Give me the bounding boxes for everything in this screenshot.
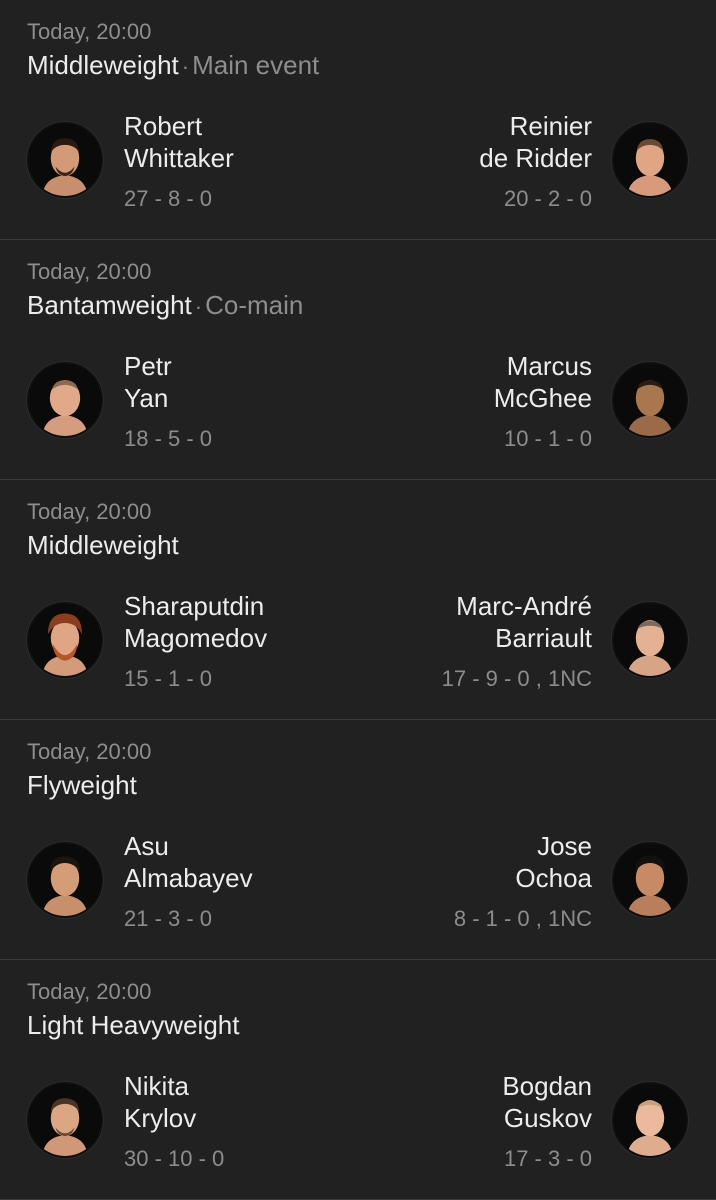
fighter-portrait bbox=[29, 604, 101, 676]
first-name: Nikita bbox=[124, 1071, 190, 1101]
fighter-name-blue[interactable]: Marc-André Barriault bbox=[456, 590, 592, 654]
last-name: Whittaker bbox=[124, 143, 234, 173]
fighter-name-blue[interactable]: Reinier de Ridder bbox=[479, 110, 592, 174]
fight-time: Today, 20:00 bbox=[27, 499, 152, 524]
last-name: Barriault bbox=[495, 623, 592, 653]
fight-card[interactable]: Today, 20:00 Light Heavyweight Nikita Kr… bbox=[0, 960, 716, 1200]
first-name: Jose bbox=[537, 831, 592, 861]
first-name: Marcus bbox=[506, 351, 592, 381]
fight-header: Middleweight · Main event bbox=[27, 50, 319, 81]
fighter-name-blue[interactable]: Bogdan Guskov bbox=[502, 1070, 592, 1134]
fight-header: Flyweight bbox=[27, 770, 137, 801]
fighter-avatar-red[interactable] bbox=[27, 842, 103, 918]
fighter-record-blue: 8 - 1 - 0 , 1NC bbox=[453, 906, 592, 931]
fighter-portrait bbox=[29, 364, 101, 436]
fighter-portrait bbox=[29, 124, 101, 196]
fighter-avatar-blue[interactable] bbox=[612, 362, 688, 438]
weight-class: Flyweight bbox=[27, 770, 137, 800]
fight-time: Today, 20:00 bbox=[27, 19, 152, 44]
last-name: de Ridder bbox=[479, 143, 592, 173]
first-name: Sharaputdin bbox=[124, 591, 265, 621]
fighter-avatar-blue[interactable] bbox=[612, 602, 688, 678]
fighter-portrait bbox=[29, 1084, 101, 1156]
first-name: Marc-André bbox=[456, 591, 592, 621]
fighter-record-blue: 10 - 1 - 0 bbox=[503, 426, 592, 451]
last-name: Ochoa bbox=[515, 863, 592, 893]
first-name: Reinier bbox=[509, 111, 592, 141]
fight-card[interactable]: Today, 20:00 Middleweight · Main event Rob… bbox=[0, 0, 716, 240]
first-name: Bogdan bbox=[502, 1071, 592, 1101]
fighter-avatar-blue[interactable] bbox=[612, 842, 688, 918]
last-name: Magomedov bbox=[124, 623, 268, 653]
first-name: Robert bbox=[124, 111, 203, 141]
fighter-name-red[interactable]: Nikita Krylov bbox=[124, 1070, 196, 1134]
fighter-portrait bbox=[614, 1084, 686, 1156]
first-name: Asu bbox=[124, 831, 169, 861]
fight-time: Today, 20:00 bbox=[27, 259, 152, 284]
fighter-avatar-red[interactable] bbox=[27, 362, 103, 438]
fighter-portrait bbox=[614, 604, 686, 676]
fighter-name-blue[interactable]: Jose Ochoa bbox=[515, 830, 592, 894]
fight-time: Today, 20:00 bbox=[27, 979, 152, 1004]
weight-class: Bantamweight bbox=[27, 290, 192, 320]
fight-header: Bantamweight · Co-main bbox=[27, 290, 303, 321]
fight-card[interactable]: Today, 20:00 Flyweight Asu Almabayev 21 … bbox=[0, 720, 716, 960]
fighter-portrait bbox=[614, 844, 686, 916]
fighter-record-red: 21 - 3 - 0 bbox=[124, 906, 213, 931]
fight-card[interactable]: Today, 20:00 Middleweight Sharaputdin Ma… bbox=[0, 480, 716, 720]
fighter-record-red: 18 - 5 - 0 bbox=[124, 426, 213, 451]
last-name: Krylov bbox=[124, 1103, 197, 1133]
fighter-record-red: 27 - 8 - 0 bbox=[124, 186, 213, 211]
fighter-portrait bbox=[614, 364, 686, 436]
last-name: Yan bbox=[124, 383, 169, 413]
fighter-portrait bbox=[614, 124, 686, 196]
fighter-name-blue[interactable]: Marcus McGhee bbox=[494, 350, 592, 414]
fight-list: Today, 20:00 Middleweight · Main event Rob… bbox=[0, 0, 716, 1200]
fighter-avatar-red[interactable] bbox=[27, 1082, 103, 1158]
fighter-record-blue: 17 - 3 - 0 bbox=[503, 1146, 592, 1171]
separator: · bbox=[194, 294, 203, 319]
fighter-record-red: 30 - 10 - 0 bbox=[124, 1146, 225, 1171]
last-name: Guskov bbox=[503, 1103, 592, 1133]
fighter-name-red[interactable]: Robert Whittaker bbox=[124, 110, 234, 174]
bout-tag: Co-main bbox=[205, 290, 304, 320]
separator: · bbox=[181, 54, 190, 79]
fight-header: Light Heavyweight bbox=[27, 1010, 239, 1041]
fighter-name-red[interactable]: Petr Yan bbox=[124, 350, 172, 414]
bout-tag: Main event bbox=[192, 50, 320, 80]
weight-class: Middleweight bbox=[27, 530, 179, 560]
weight-class: Light Heavyweight bbox=[27, 1010, 240, 1040]
fighter-avatar-red[interactable] bbox=[27, 602, 103, 678]
fighter-record-red: 15 - 1 - 0 bbox=[124, 666, 213, 691]
fighter-avatar-red[interactable] bbox=[27, 122, 103, 198]
last-name: Almabayev bbox=[124, 863, 253, 893]
fight-header: Middleweight bbox=[27, 530, 179, 561]
first-name: Petr bbox=[124, 351, 172, 381]
fighter-name-red[interactable]: Sharaputdin Magomedov bbox=[124, 590, 267, 654]
fighter-record-blue: 20 - 2 - 0 bbox=[503, 186, 592, 211]
fight-card[interactable]: Today, 20:00 Bantamweight · Co-main Petr Y… bbox=[0, 240, 716, 480]
last-name: McGhee bbox=[493, 383, 592, 413]
fighter-name-red[interactable]: Asu Almabayev bbox=[124, 830, 253, 894]
fighter-avatar-blue[interactable] bbox=[612, 1082, 688, 1158]
weight-class: Middleweight bbox=[27, 50, 179, 80]
fighter-avatar-blue[interactable] bbox=[612, 122, 688, 198]
fight-time: Today, 20:00 bbox=[27, 739, 152, 764]
fighter-record-blue: 17 - 9 - 0 , 1NC bbox=[441, 666, 592, 691]
fighter-portrait bbox=[29, 844, 101, 916]
